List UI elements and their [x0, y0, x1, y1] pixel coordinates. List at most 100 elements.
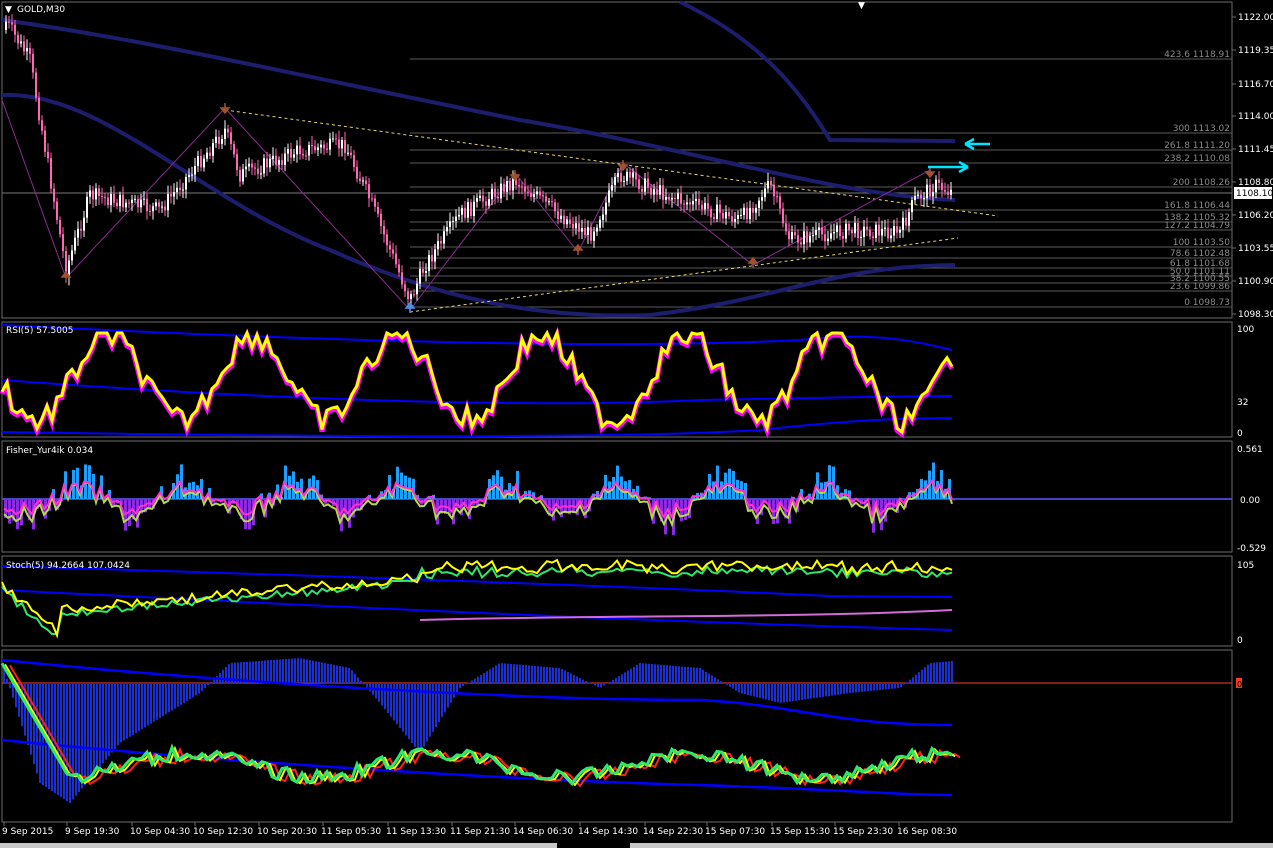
- candle-body: [98, 188, 100, 196]
- candle-body: [674, 197, 676, 200]
- candle-body: [173, 192, 175, 197]
- bottom-tab-bar[interactable]: [0, 843, 557, 848]
- candle-body: [509, 181, 511, 191]
- candle-body: [869, 229, 871, 237]
- fisher-scale-bottom: -0.529: [1237, 544, 1266, 554]
- candle-body: [41, 120, 43, 131]
- candle-body: [689, 202, 691, 205]
- price-scale-label: 1106.20: [1238, 211, 1273, 221]
- candle-body: [701, 204, 703, 210]
- price-scale-label: 1122.00: [1238, 13, 1273, 23]
- time-axis-label: 14 Sep 22:30: [643, 827, 703, 837]
- candle-body: [320, 144, 322, 148]
- candle-body: [641, 188, 643, 192]
- candle-body: [665, 196, 667, 200]
- candle-body: [302, 154, 304, 156]
- rsi-scale-top: 100: [1237, 325, 1254, 335]
- candle-body: [440, 241, 442, 244]
- candle-body: [332, 138, 334, 140]
- fib-level-label: 261.8 1111.20: [1164, 141, 1230, 151]
- candle-body: [527, 191, 529, 194]
- candle-body: [797, 235, 799, 243]
- candle-body: [932, 192, 934, 197]
- rsi-glow-line: [0, 326, 955, 439]
- candle-body: [407, 291, 409, 300]
- candle-body: [167, 194, 169, 211]
- scroll-marker-icon[interactable]: ▼: [858, 1, 865, 11]
- candle-body: [458, 214, 460, 217]
- candle-body: [494, 188, 496, 197]
- candle-body: [416, 283, 418, 295]
- fib-level-label: 161.8 1106.44: [1164, 201, 1230, 211]
- candle-body: [212, 142, 214, 156]
- fisher-label: Fisher_Yur4ik 0.034: [6, 446, 93, 456]
- candle-body: [617, 172, 619, 178]
- candle-body: [827, 238, 829, 242]
- stoch-scale-bottom: 0: [1237, 636, 1243, 646]
- candle-body: [389, 245, 391, 250]
- price-scale-label: 1100.90: [1238, 277, 1273, 287]
- candle-body: [32, 53, 34, 73]
- ma-lower-band: [1, 92, 956, 318]
- candle-body: [833, 232, 835, 234]
- candle-body: [338, 139, 340, 149]
- candle-body: [260, 173, 262, 175]
- time-axis-label: 14 Sep 14:30: [578, 827, 638, 837]
- candle-body: [356, 166, 358, 179]
- fib-level-label: 423.6 1118.91: [1164, 50, 1230, 60]
- candle-body: [506, 181, 508, 192]
- chart-menu-icon[interactable]: ▼: [5, 5, 12, 15]
- candle-body: [209, 152, 211, 156]
- candle-body: [653, 189, 655, 195]
- candle-body: [854, 222, 856, 234]
- candle-body: [779, 196, 781, 209]
- rsi-label: RSI(5) 57.5005: [6, 326, 73, 336]
- candle-body: [443, 231, 445, 244]
- candle-body: [116, 202, 118, 207]
- candle-body: [605, 202, 607, 215]
- candle-body: [824, 234, 826, 242]
- candle-body: [923, 198, 925, 200]
- candle-body: [593, 231, 595, 241]
- candle-body: [764, 188, 766, 198]
- candle-body: [743, 207, 745, 215]
- candle-body: [614, 177, 616, 186]
- candle-body: [236, 154, 238, 170]
- trading-chart[interactable]: ▼ GOLD,M30 ▼ 1122.00 1119.35 1116.70 1114.0…: [0, 0, 1273, 848]
- price-scale-label: 1116.70: [1238, 80, 1273, 90]
- candle-body: [233, 144, 235, 155]
- candle-body: [119, 194, 121, 207]
- trendline-lower[interactable]: [409, 237, 959, 313]
- candle-body: [125, 202, 127, 208]
- candle-body: [299, 145, 301, 155]
- bottom-tab-bar-right[interactable]: [630, 843, 1273, 848]
- candle-body: [194, 166, 196, 175]
- candle-body: [425, 271, 427, 273]
- candle-body: [698, 198, 700, 205]
- time-axis-label: 15 Sep 15:30: [770, 827, 830, 837]
- candle-body: [164, 206, 166, 211]
- candle-body: [134, 198, 136, 200]
- candle-body: [731, 216, 733, 222]
- candle-body: [350, 152, 352, 156]
- candle-body: [518, 184, 520, 187]
- candle-body: [758, 200, 760, 208]
- time-axis: 9 Sep 2015 9 Sep 19:30 10 Sep 04:30 10 Sep …: [2, 822, 957, 837]
- candle-body: [455, 216, 457, 221]
- candle-body: [86, 196, 88, 218]
- candle-body: [692, 201, 694, 205]
- candle-body: [884, 227, 886, 229]
- candle-body: [155, 202, 157, 207]
- candle-body: [686, 202, 688, 205]
- candle-body: [683, 203, 685, 205]
- candle-body: [71, 250, 73, 261]
- candle-body: [800, 242, 802, 245]
- candle-body: [587, 227, 589, 235]
- candle-body: [371, 198, 373, 200]
- candle-body: [182, 189, 184, 191]
- main-price-pane[interactable]: [1, 1, 1233, 319]
- candle-body: [191, 174, 193, 176]
- candle-body: [5, 21, 7, 30]
- candle-body: [263, 158, 265, 174]
- candle-body: [149, 211, 151, 213]
